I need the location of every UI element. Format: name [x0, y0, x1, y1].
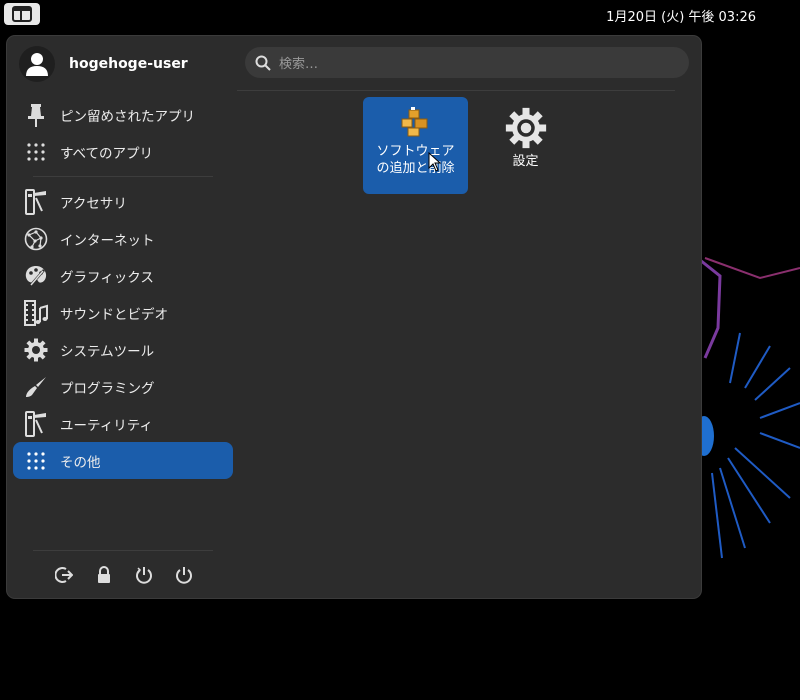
- activities-button[interactable]: [4, 3, 40, 25]
- app-grid-icon: [23, 139, 49, 165]
- restart-icon[interactable]: [133, 564, 155, 586]
- settings-gear-icon: [505, 107, 546, 149]
- sidebar-item-label: グラフィックス: [60, 269, 154, 286]
- sidebar-divider: [33, 176, 213, 177]
- graphics-icon: [23, 263, 49, 289]
- sidebar-item-internet[interactable]: インターネット: [13, 220, 233, 257]
- sidebar-item-multimedia[interactable]: サウンドとビデオ: [13, 294, 233, 331]
- app-menu-icon: [12, 6, 32, 22]
- application-menu: hogehoge-user 検索… ピン留めされたアプリ すべてのアプリ アクセ…: [7, 36, 701, 598]
- logout-icon[interactable]: [53, 564, 75, 586]
- accessories-icon: [23, 188, 49, 215]
- app-label-line2: の追加と削除: [376, 161, 455, 176]
- sidebar-item-label: ピン留めされたアプリ: [60, 108, 195, 125]
- sidebar-item-accessories[interactable]: アクセサリ: [13, 183, 233, 220]
- app-label: 設定: [512, 154, 539, 169]
- other-icon: [23, 448, 49, 474]
- app-label-line1: ソフトウェア: [376, 144, 455, 159]
- avatar: [19, 46, 55, 82]
- username: hogehoge-user: [69, 56, 188, 72]
- actions-divider: [33, 550, 213, 551]
- app-tile-software[interactable]: ソフトウェア の追加と削除: [363, 97, 468, 194]
- system-tools-icon: [23, 337, 49, 363]
- app-tile-settings[interactable]: 設定: [473, 97, 578, 194]
- top-bar: 1月20日 (火) 午後 03:26: [0, 0, 800, 28]
- sidebar-item-utilities[interactable]: ユーティリティ: [13, 405, 233, 442]
- pin-icon: [23, 102, 49, 128]
- mouse-cursor-icon: [428, 152, 442, 172]
- app-label: ソフトウェア の追加と削除: [366, 143, 466, 177]
- header-divider: [237, 90, 675, 91]
- search-input[interactable]: 検索…: [245, 47, 689, 78]
- category-sidebar: ピン留めされたアプリ すべてのアプリ アクセサリ インターネット グラフィックス…: [13, 96, 233, 479]
- sidebar-item-label: インターネット: [60, 232, 155, 249]
- sidebar-item-label: システムツール: [60, 343, 155, 360]
- user-info[interactable]: hogehoge-user: [19, 46, 188, 82]
- session-actions: [53, 564, 213, 586]
- sidebar-item-system-tools[interactable]: システムツール: [13, 331, 233, 368]
- sidebar-item-other[interactable]: その他: [13, 442, 233, 479]
- sidebar-item-pinned[interactable]: ピン留めされたアプリ: [13, 96, 233, 133]
- search-placeholder: 検索…: [279, 57, 319, 72]
- internet-icon: [23, 226, 49, 252]
- sidebar-item-label: ユーティリティ: [60, 417, 153, 434]
- utilities-icon: [23, 410, 49, 437]
- sidebar-item-label: サウンドとビデオ: [60, 306, 168, 323]
- software-packages-icon: [401, 107, 427, 137]
- lock-icon[interactable]: [93, 564, 115, 586]
- sidebar-item-label: すべてのアプリ: [60, 145, 154, 162]
- multimedia-icon: [23, 299, 49, 326]
- sidebar-item-graphics[interactable]: グラフィックス: [13, 257, 233, 294]
- sidebar-item-label: その他: [60, 454, 101, 471]
- sidebar-item-label: アクセサリ: [60, 195, 127, 212]
- search-icon: [255, 55, 271, 71]
- power-icon[interactable]: [173, 564, 195, 586]
- sidebar-item-label: プログラミング: [60, 380, 155, 397]
- sidebar-item-all-apps[interactable]: すべてのアプリ: [13, 133, 233, 170]
- clock[interactable]: 1月20日 (火) 午後 03:26: [606, 6, 756, 25]
- programming-icon: [23, 374, 49, 400]
- user-icon: [26, 53, 48, 76]
- sidebar-item-programming[interactable]: プログラミング: [13, 368, 233, 405]
